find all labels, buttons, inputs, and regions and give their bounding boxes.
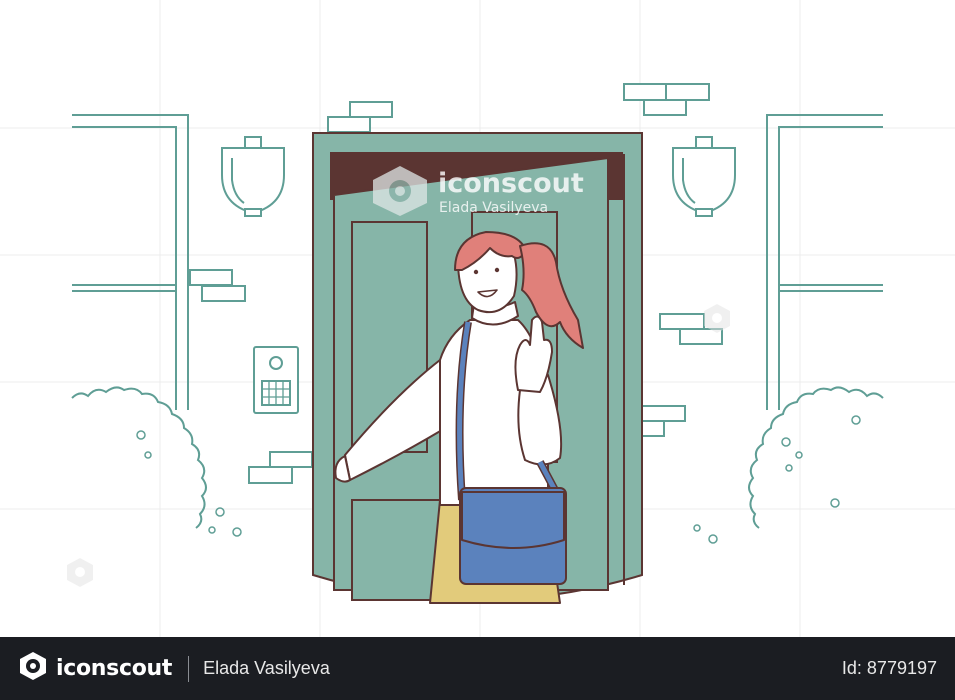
footer-asset-id: Id: 8779197: [841, 658, 937, 678]
wall-lamp-left-icon: [221, 136, 285, 217]
bush-left: [71, 386, 207, 529]
bush-right: [748, 386, 884, 529]
right-wall-pipes: [766, 114, 883, 410]
iconscout-logo-icon: [18, 651, 48, 686]
watermark-author: Elada Vasilyeva: [439, 200, 548, 216]
illustration: iconscout Elada Vasilyeva: [0, 0, 955, 637]
watermark-brand: iconscout: [438, 168, 584, 199]
footer-brand[interactable]: iconscout: [18, 651, 172, 686]
footer-bar: iconscout Elada Vasilyeva Id: 8779197: [0, 637, 955, 700]
footer-divider: [188, 655, 190, 682]
footer-brand-name: iconscout: [56, 656, 173, 681]
footer-author[interactable]: Elada Vasilyeva: [203, 658, 330, 679]
wall-lamp-right-icon: [672, 136, 736, 217]
intercom-panel-icon: [253, 346, 299, 414]
left-wall-pipes: [72, 114, 189, 410]
